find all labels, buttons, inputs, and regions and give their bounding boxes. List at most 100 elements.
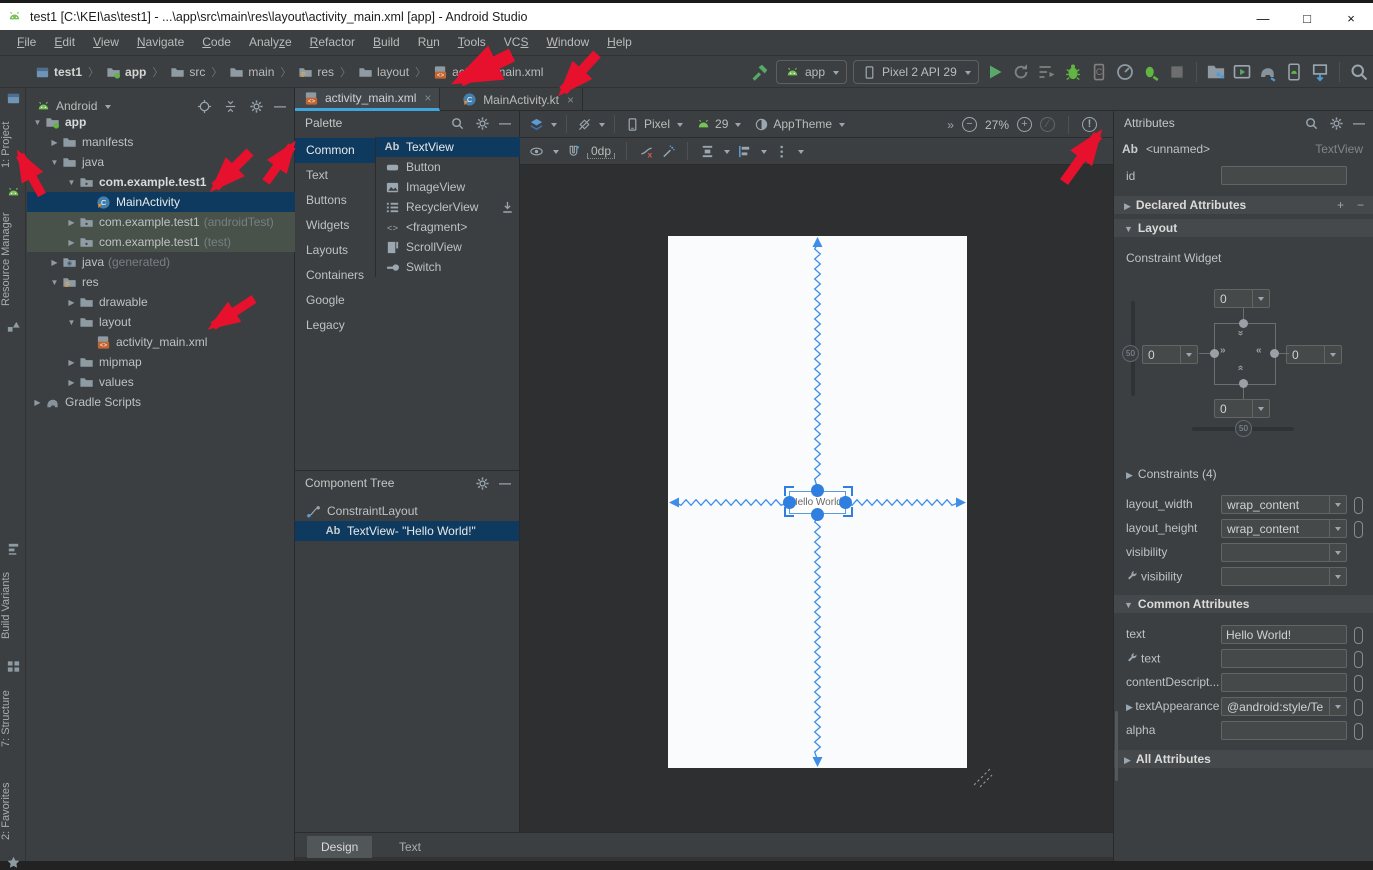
close-icon[interactable]: × [424,91,431,105]
palette-category-widgets[interactable]: Widgets [295,213,375,238]
tools-visibility-combo[interactable] [1221,567,1347,586]
apply-code-changes-icon[interactable] [1037,62,1057,82]
margin-bottom-combo[interactable]: 0 [1214,399,1270,418]
tree-chevron-icon[interactable]: ▶ [31,398,44,407]
download-icon[interactable] [499,199,515,215]
text-input[interactable] [1222,652,1346,666]
breadcrumb-main[interactable]: main [228,64,274,80]
margin-top-combo[interactable]: 0 [1214,289,1270,308]
horizontal-bias-value[interactable]: 50 [1235,420,1252,437]
project-structure-icon[interactable] [1206,62,1226,82]
menu-run[interactable]: Run [409,30,449,55]
zoom-fit-icon[interactable]: ⁄ [1040,117,1055,132]
tab-text[interactable]: Text [385,836,435,858]
component-tree-item-constraintlayout[interactable]: ConstraintLayout [295,501,519,521]
hide-panel-icon[interactable]: — [499,116,511,130]
tree-item-app[interactable]: ▼app [27,112,295,132]
section-common-attributes[interactable]: ▼Common Attributes [1114,595,1373,613]
constraint-right-anchor[interactable] [1270,349,1279,358]
tools-text-field[interactable] [1221,649,1347,668]
layout-height-combo[interactable]: wrap_content [1221,519,1347,538]
run-configuration-select[interactable]: app [776,60,847,84]
palette-item-switch[interactable]: Switch [376,257,521,277]
build-variants-tool-button[interactable]: Build Variants [0,560,26,650]
device-artboard[interactable]: Hello World! [668,236,967,768]
menu-build[interactable]: Build [364,30,409,55]
alpha-flag-toggle[interactable] [1354,723,1363,740]
tree-item-values[interactable]: ▶values [27,372,295,392]
structure-tool-button[interactable]: 7: Structure [0,678,26,760]
run-with-coverage-icon[interactable]: C [1089,62,1109,82]
constraint-top-anchor[interactable] [1239,319,1248,328]
avd-manager-icon[interactable] [1284,62,1304,82]
chevron-down-icon[interactable] [1329,520,1346,537]
palette-category-legacy[interactable]: Legacy [295,313,375,338]
theme-select[interactable]: AppTheme [773,117,832,131]
tree-chevron-icon[interactable]: ▼ [48,278,61,287]
margin-left-combo[interactable]: 0 [1142,345,1198,364]
menu-view[interactable]: View [84,30,128,55]
margin-right-combo[interactable]: 0 [1286,345,1342,364]
breadcrumb-res[interactable]: res [297,64,334,80]
scrollbar-thumb[interactable] [1115,711,1118,781]
minimize-button[interactable]: — [1241,6,1285,33]
guidelines-icon[interactable] [773,143,789,159]
gradle-sync-icon[interactable] [1258,62,1278,82]
tree-chevron-icon[interactable]: ▶ [65,358,78,367]
tree-item-com-example-test1[interactable]: ▼com.example.test1 [27,172,295,192]
tree-item-mainactivity[interactable]: CMainActivity [27,192,295,212]
search-icon[interactable] [1303,115,1319,131]
autoconnect-magnet-icon[interactable] [565,143,581,159]
palette-item-scrollview[interactable]: ScrollView [376,237,521,257]
device-select[interactable]: Pixel 2 API 29 [853,60,979,84]
palette-category-buttons[interactable]: Buttons [295,188,375,213]
menu-analyze[interactable]: Analyze [240,30,301,55]
tree-chevron-icon[interactable]: ▶ [65,218,78,227]
menu-tools[interactable]: Tools [449,30,495,55]
profile-icon[interactable] [1115,62,1135,82]
chevron-down-icon[interactable] [1329,544,1346,561]
tree-item-manifests[interactable]: ▶manifests [27,132,295,152]
palette-category-layouts[interactable]: Layouts [295,238,375,263]
chevron-down-icon[interactable] [1329,496,1346,513]
project-tool-button[interactable]: 1: Project [0,110,26,180]
palette-item-recyclerview[interactable]: RecyclerView [376,197,521,217]
tree-item-java[interactable]: ▼java [27,152,295,172]
tree-chevron-icon[interactable]: ▶ [65,298,78,307]
breadcrumb-test1[interactable]: test1 [34,64,82,80]
tree-item-res[interactable]: ▼res [27,272,295,292]
breadcrumb-app[interactable]: app [105,64,146,80]
chevron-down-icon[interactable] [1329,568,1346,585]
design-mode-icon[interactable] [528,116,544,132]
tab-design[interactable]: Design [307,836,372,858]
breadcrumb-layout[interactable]: layout [357,64,409,80]
view-options-eye-icon[interactable] [528,143,544,159]
contentdescript--field[interactable] [1221,673,1347,692]
textappearance-flag-toggle[interactable] [1354,699,1363,716]
attach-debugger-icon[interactable] [1141,62,1161,82]
tree-item-drawable[interactable]: ▶drawable [27,292,295,312]
section-all-attributes[interactable]: ▶All Attributes [1114,750,1373,768]
gear-icon[interactable] [474,115,490,131]
component-tree-item-textview[interactable]: AbTextView- "Hello World!" [295,521,519,541]
gear-icon[interactable] [1328,115,1344,131]
add-attribute-icon[interactable]: + [1337,196,1344,214]
tree-chevron-icon[interactable]: ▼ [31,118,44,127]
api-level-select[interactable]: 29 [715,117,728,131]
debug-icon[interactable] [1063,62,1083,82]
sdk-manager-icon[interactable] [1310,62,1330,82]
breadcrumb-activity-main-xml[interactable]: <>activity_main.xml [432,64,543,80]
contentdescript--flag-toggle[interactable] [1354,675,1363,692]
chevron-down-icon[interactable] [1329,698,1346,715]
palette-category-common[interactable]: Common [295,138,375,163]
tree-item-mipmap[interactable]: ▶mipmap [27,352,295,372]
tree-chevron-icon[interactable]: ▼ [65,318,78,327]
section-declared-attributes[interactable]: ▶Declared Attributes + − [1114,196,1373,214]
breadcrumb-src[interactable]: src [169,64,205,80]
menu-navigate[interactable]: Navigate [128,30,193,55]
hide-panel-icon[interactable]: — [499,476,511,490]
selection-corner[interactable] [784,486,794,496]
tree-chevron-icon[interactable]: ▼ [48,158,61,167]
menu-window[interactable]: Window [537,30,598,55]
text-flag-toggle[interactable] [1354,627,1363,644]
